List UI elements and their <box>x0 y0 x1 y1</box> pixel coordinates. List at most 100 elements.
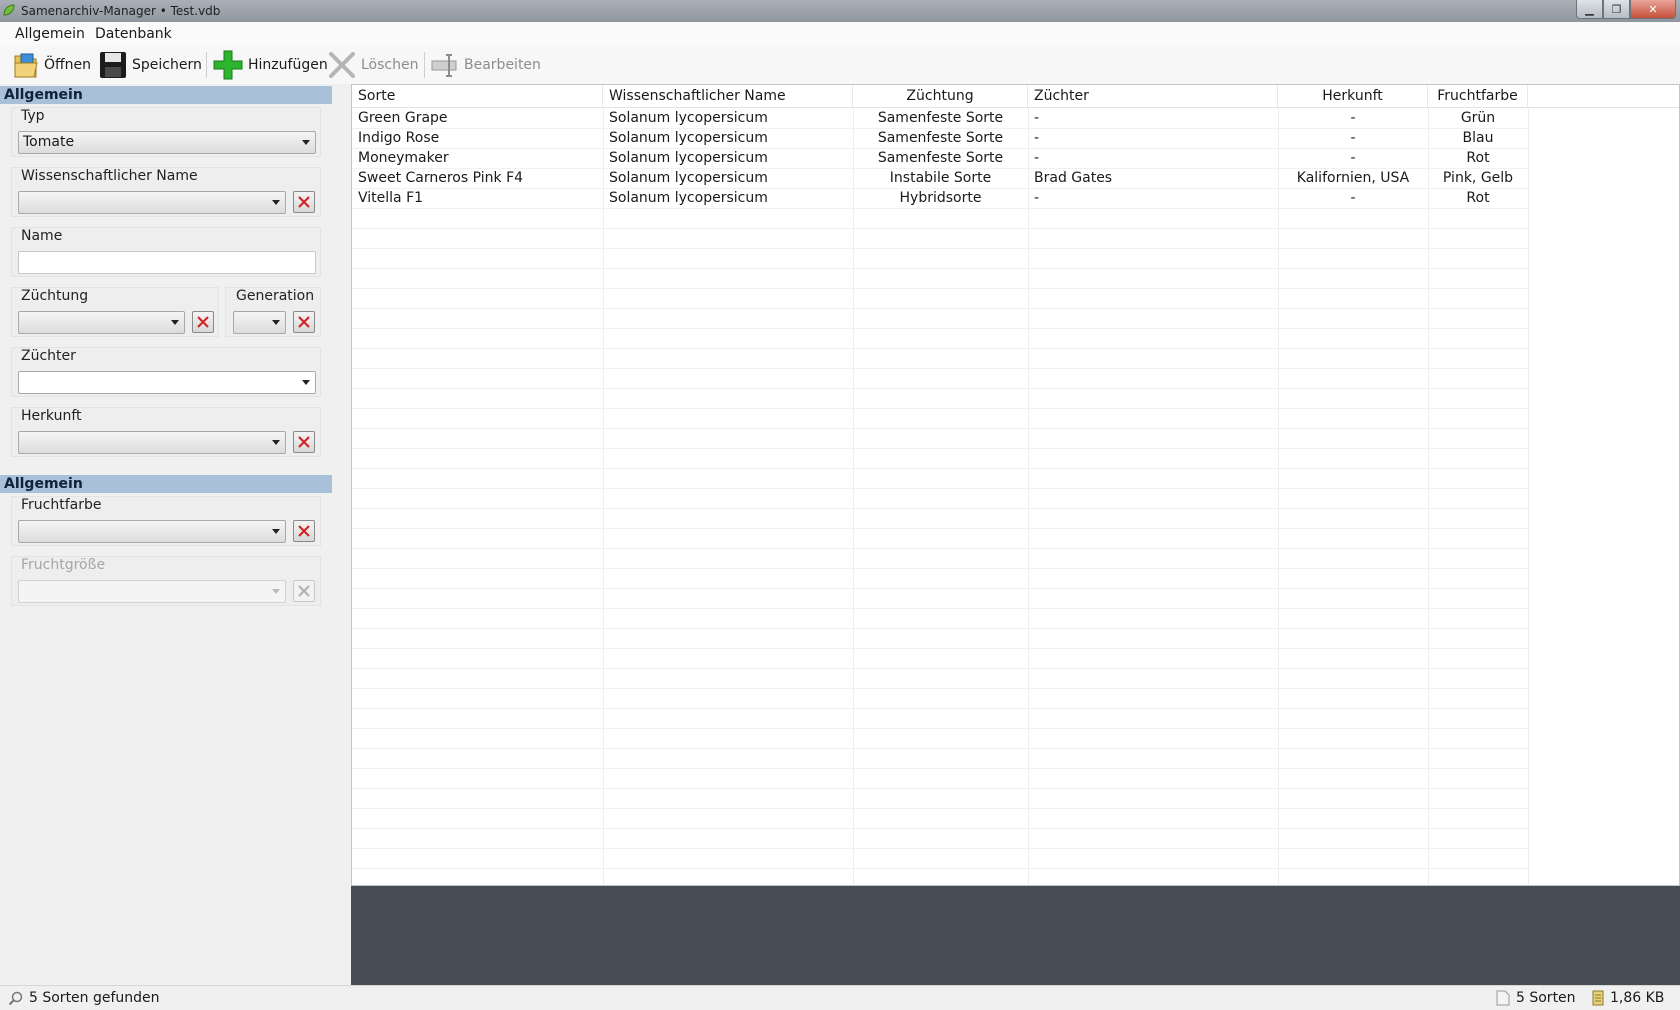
table-row[interactable]: Green Grape Solanum lycopersicum Samenfe… <box>352 108 1679 128</box>
grid-row-line <box>352 328 1528 329</box>
clear-x-icon <box>298 316 310 328</box>
fruchtgroesse-label: Fruchtgröße <box>21 557 106 573</box>
typ-select[interactable]: Tomate <box>18 131 316 154</box>
grid-row-line <box>352 308 1528 309</box>
edit-button[interactable]: Bearbeiten <box>430 49 541 81</box>
delete-label: Löschen <box>361 57 419 73</box>
herkunft-select[interactable] <box>18 431 286 454</box>
save-button[interactable]: Speichern <box>98 49 202 81</box>
clear-sci-name-button[interactable] <box>293 191 315 213</box>
clear-fruchtgroesse-button[interactable] <box>293 580 315 602</box>
status-size: 1,86 KB <box>1592 990 1664 1006</box>
grid-row-line <box>352 508 1528 509</box>
grid-row-line <box>352 708 1528 709</box>
grid-row-line <box>352 568 1528 569</box>
clear-x-icon <box>298 436 310 448</box>
grid-row-line <box>352 388 1528 389</box>
status-count-text: 5 Sorten <box>1516 990 1576 1006</box>
grid-row-line <box>352 768 1528 769</box>
grid-row-line <box>352 428 1528 429</box>
fruchtfarbe-select[interactable] <box>18 520 286 543</box>
status-size-text: 1,86 KB <box>1610 990 1665 1006</box>
open-label: Öffnen <box>44 57 92 73</box>
cell-zuechter: - <box>1034 150 1040 166</box>
save-disk-icon <box>100 52 126 78</box>
grid-row-line <box>352 248 1528 249</box>
grid-row-line <box>352 288 1528 289</box>
column-header-zuechter[interactable]: Züchter <box>1028 85 1278 108</box>
sci-name-label: Wissenschaftlicher Name <box>21 168 198 184</box>
grid-row-line <box>352 808 1528 809</box>
zuechtung-select[interactable] <box>18 311 185 334</box>
clear-zuechtung-button[interactable] <box>192 311 214 333</box>
typ-label: Typ <box>21 108 45 124</box>
column-header-wissenschaftlicher-name[interactable]: Wissenschaftlicher Name <box>603 85 853 108</box>
column-header-zuechtung[interactable]: Züchtung <box>853 85 1028 108</box>
zuechter-label: Züchter <box>21 348 76 364</box>
grid-row-line <box>352 268 1528 269</box>
clear-herkunft-button[interactable] <box>293 431 315 453</box>
grid-row-line <box>352 468 1528 469</box>
minimize-icon: ▁ <box>1585 2 1594 16</box>
column-header-herkunft[interactable]: Herkunft <box>1278 85 1428 108</box>
menu-datenbank[interactable]: Datenbank <box>95 26 172 42</box>
cell-herkunft: - <box>1350 130 1356 146</box>
chevron-down-icon <box>272 589 280 594</box>
grid-row-line <box>352 848 1528 849</box>
plus-icon <box>213 50 243 80</box>
table-row[interactable]: Indigo Rose Solanum lycopersicum Samenfe… <box>352 128 1679 148</box>
cell-fruchtfarbe: Grün <box>1460 110 1496 126</box>
minimize-button[interactable]: ▁ <box>1576 0 1603 19</box>
name-input[interactable] <box>18 251 316 274</box>
edit-label: Bearbeiten <box>464 57 541 73</box>
cell-zuechtung: Samenfeste Sorte <box>877 130 1004 146</box>
open-button[interactable]: Öffnen <box>12 49 91 81</box>
table-row[interactable]: Vitella F1 Solanum lycopersicum Hybridso… <box>352 188 1679 208</box>
cell-wissenschaftlicher-name: Solanum lycopersicum <box>609 150 768 166</box>
cell-wissenschaftlicher-name: Solanum lycopersicum <box>609 130 768 146</box>
close-button[interactable]: ✕ <box>1630 0 1676 19</box>
delete-button[interactable]: Löschen <box>327 49 418 81</box>
cell-zuechter: Brad Gates <box>1034 170 1113 186</box>
table-row[interactable]: Moneymaker Solanum lycopersicum Samenfes… <box>352 148 1679 168</box>
grid-row-line <box>352 648 1528 649</box>
generation-select[interactable] <box>233 311 286 334</box>
grid-row-line <box>352 628 1528 629</box>
fruchtgroesse-select[interactable] <box>18 580 286 603</box>
clear-fruchtfarbe-button[interactable] <box>293 520 315 542</box>
maximize-button[interactable]: ❐ <box>1603 0 1630 19</box>
grid-row-line <box>352 408 1528 409</box>
grid-row-line <box>352 228 1528 229</box>
add-button[interactable]: Hinzufügen <box>212 49 328 81</box>
close-icon: ✕ <box>1648 2 1658 16</box>
clear-x-icon <box>298 525 310 537</box>
window-title: Samenarchiv-Manager • Test.vdb <box>21 4 221 18</box>
status-found-text: 5 Sorten gefunden <box>29 990 160 1006</box>
sci-name-select[interactable] <box>18 191 286 214</box>
table-row[interactable]: Sweet Carneros Pink F4 Solanum lycopersi… <box>352 168 1679 188</box>
clear-x-icon <box>197 316 209 328</box>
clear-generation-button[interactable] <box>293 311 315 333</box>
column-header-fruchtfarbe[interactable]: Fruchtfarbe <box>1428 85 1528 108</box>
herkunft-label: Herkunft <box>21 408 82 424</box>
cell-fruchtfarbe: Pink, Gelb <box>1442 170 1514 186</box>
cell-wissenschaftlicher-name: Solanum lycopersicum <box>609 170 768 186</box>
grid-row-line <box>352 368 1528 369</box>
cell-zuechter: - <box>1034 190 1040 206</box>
grid-row-line <box>352 208 1528 209</box>
grid-row-line <box>352 528 1528 529</box>
grid-row-line <box>352 668 1528 669</box>
magnifier-icon <box>8 991 23 1005</box>
generation-label: Generation <box>236 288 315 304</box>
toolbar: Öffnen Speichern Hinzufügen Löschen Bear… <box>0 46 1680 84</box>
zuechter-select[interactable] <box>18 371 316 394</box>
document-icon <box>1496 990 1510 1006</box>
grid-row-line <box>352 488 1528 489</box>
menu-allgemein[interactable]: Allgemein <box>15 26 85 42</box>
cell-herkunft: - <box>1350 150 1356 166</box>
varieties-table: Sorte Wissenschaftlicher Name Züchtung Z… <box>351 84 1680 886</box>
column-header-sorte[interactable]: Sorte <box>352 85 603 108</box>
menu-bar: Allgemein Datenbank <box>0 22 1680 46</box>
title-bar: Samenarchiv-Manager • Test.vdb ▁ ❐ ✕ <box>0 0 1680 22</box>
delete-x-icon <box>329 52 355 78</box>
